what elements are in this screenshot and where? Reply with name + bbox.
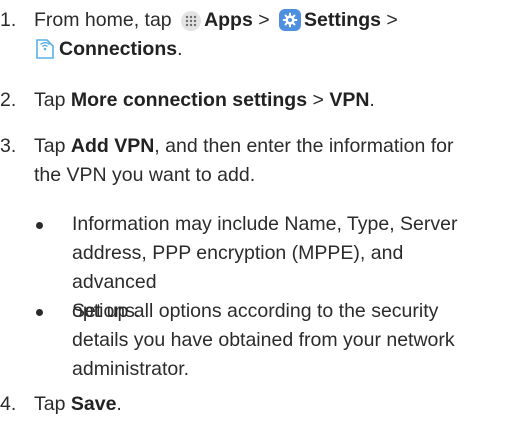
settings-gear-icon <box>279 9 302 31</box>
more-connection-settings-label: More connection settings <box>70 89 308 111</box>
step-number: 2. <box>0 89 17 111</box>
add-vpn-label: Add VPN <box>70 135 155 157</box>
step-number: 4. <box>0 393 17 415</box>
apps-label: Apps <box>204 9 253 31</box>
vpn-instructions: 1. From home, tap Apps > Settings > Conn… <box>0 0 511 424</box>
vpn-label: VPN <box>329 89 370 111</box>
connections-label: Connections <box>59 38 178 60</box>
bullet-dot <box>36 309 43 316</box>
bullet-dot <box>36 222 43 229</box>
apps-grid-icon <box>181 11 202 31</box>
save-label: Save <box>70 393 117 415</box>
step-number: 1. <box>0 9 17 31</box>
settings-label: Settings <box>304 9 381 31</box>
step-number: 3. <box>0 135 17 157</box>
connections-icon <box>34 38 56 60</box>
